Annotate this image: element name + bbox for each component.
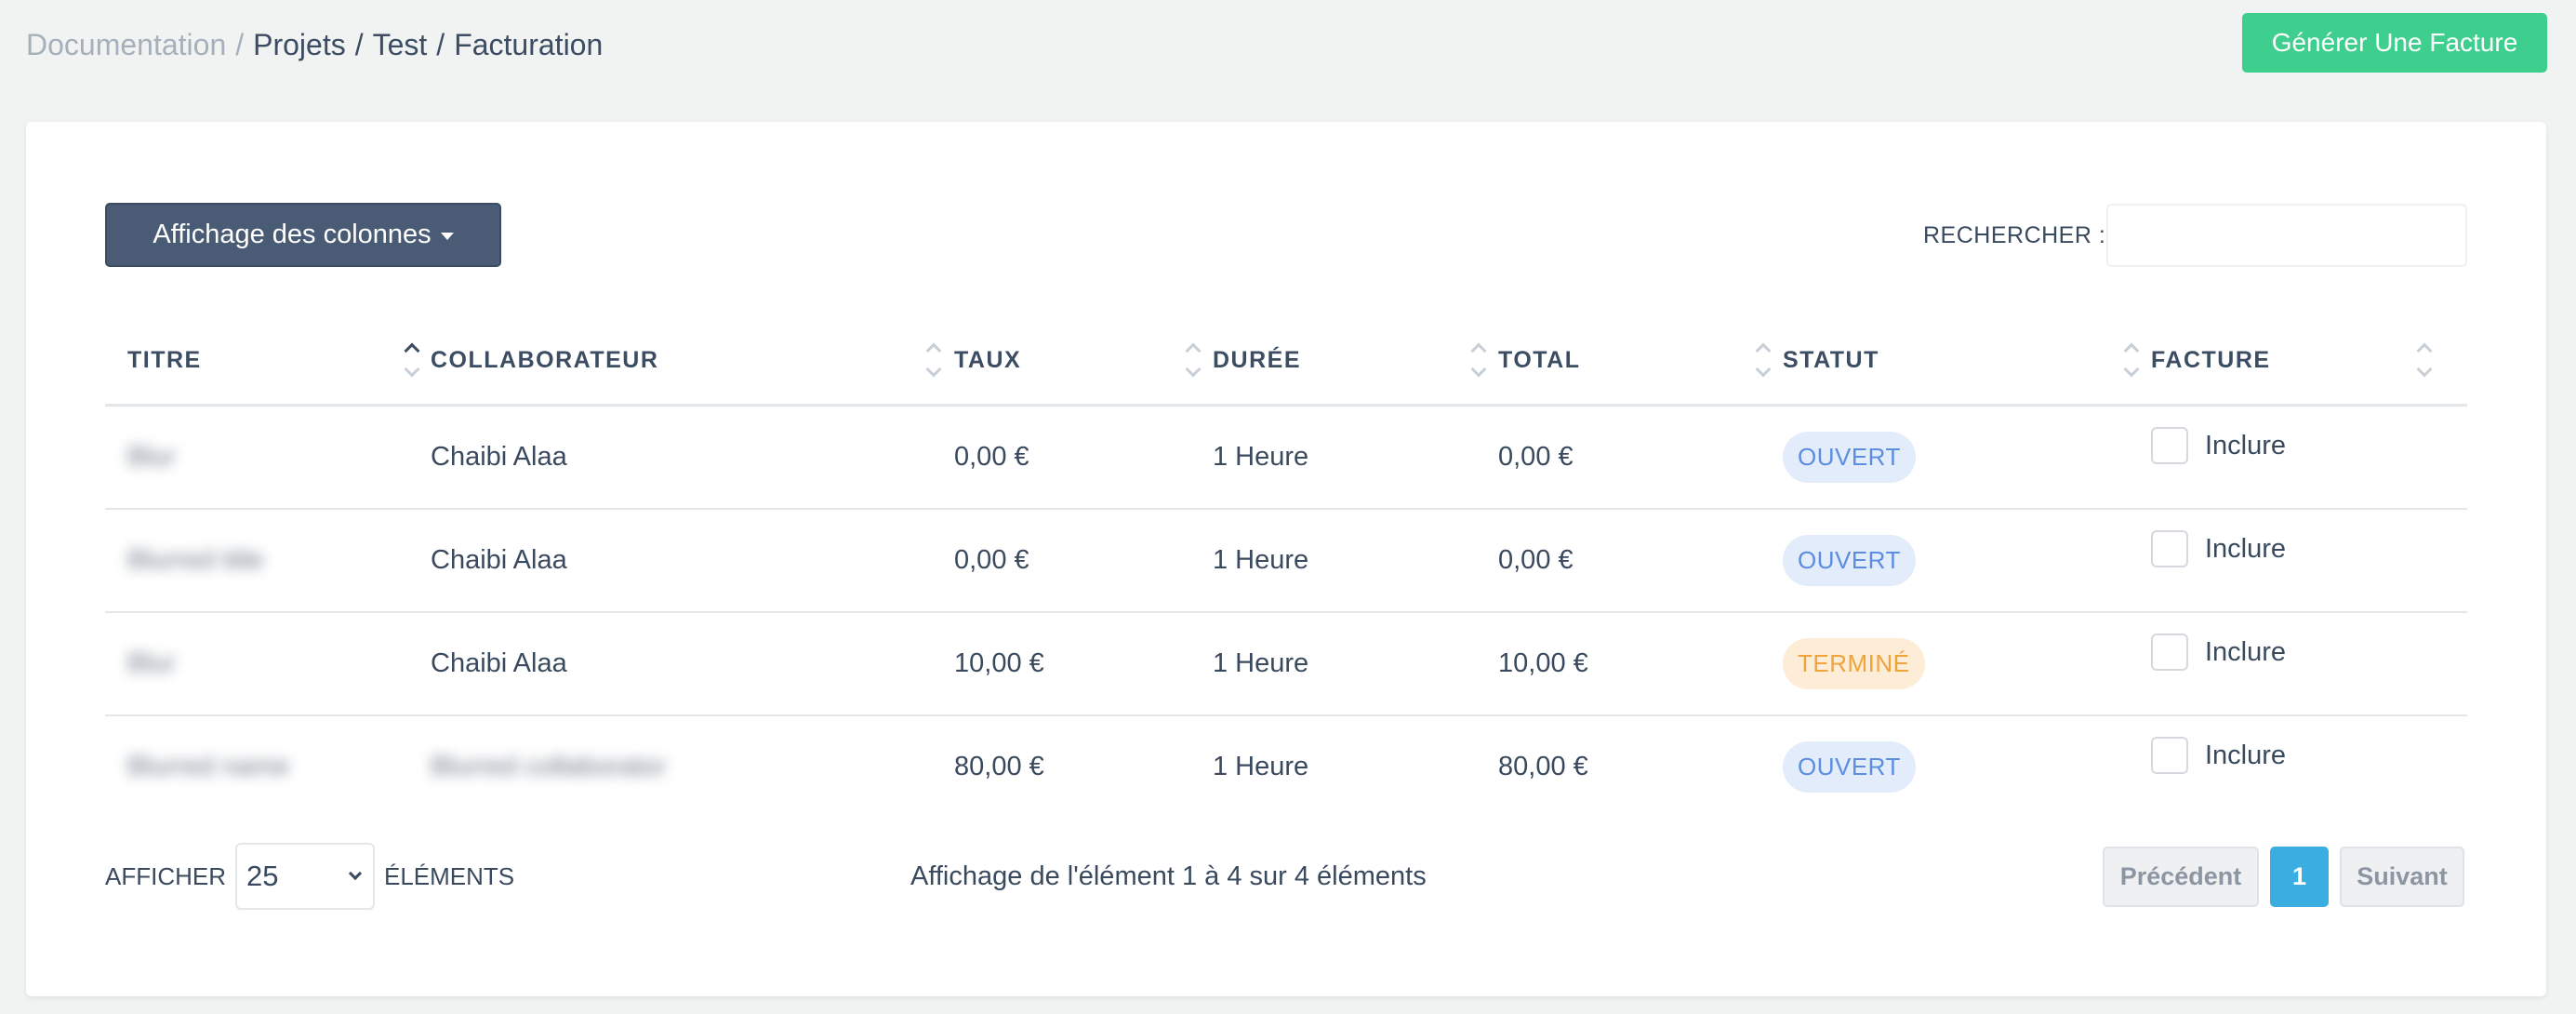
status-badge: OUVERT: [1783, 741, 1916, 793]
search-label: RECHERCHER :: [1923, 222, 2106, 248]
breadcrumb-separator: /: [235, 28, 245, 61]
cell-statut: OUVERT: [1783, 716, 1916, 818]
cell-collaborateur: Blurred collaborator: [431, 752, 667, 781]
sort-icon-total[interactable]: [1755, 340, 1774, 382]
include-label[interactable]: Inclure: [2205, 534, 2286, 565]
table-row: Blur Chaibi Alaa 0,00 € 1 Heure 0,00 € O…: [105, 407, 2467, 510]
sort-icon-facture[interactable]: [2416, 340, 2436, 382]
previous-page-button[interactable]: Précédent: [2103, 847, 2259, 907]
breadcrumb-root[interactable]: Documentation: [26, 28, 226, 61]
cell-duree: 1 Heure: [1213, 545, 1309, 575]
sort-icon-titre[interactable]: [404, 340, 423, 382]
include-control[interactable]: Inclure: [2151, 634, 2286, 671]
cell-total: 0,00 €: [1498, 545, 1573, 575]
column-header-collaborateur[interactable]: COLLABORATEUR: [431, 314, 658, 407]
page-size-value: 25: [246, 860, 279, 892]
table-row: Blur Chaibi Alaa 10,00 € 1 Heure 10,00 €…: [105, 613, 2467, 716]
breadcrumb-separator: /: [354, 28, 364, 61]
column-header-statut[interactable]: STATUT: [1783, 314, 1879, 407]
cell-collaborateur: Chaibi Alaa: [431, 442, 567, 472]
include-label[interactable]: Inclure: [2205, 431, 2286, 461]
cell-titre: Blur: [127, 648, 176, 678]
caret-down-icon: [440, 232, 454, 240]
include-checkbox[interactable]: [2151, 530, 2188, 567]
include-label[interactable]: Inclure: [2205, 637, 2286, 668]
column-header-titre[interactable]: TITRE: [127, 314, 202, 407]
cell-statut: OUVERT: [1783, 407, 1916, 508]
breadcrumb-item-facturation: Facturation: [454, 28, 604, 61]
breadcrumb: Documentation / Projets / Test / Facturation: [26, 26, 603, 63]
cell-titre: Blurred title: [127, 545, 264, 575]
chevron-down-icon: [348, 866, 363, 881]
breadcrumb-separator: /: [436, 28, 445, 61]
cell-duree: 1 Heure: [1213, 752, 1309, 781]
include-checkbox[interactable]: [2151, 427, 2188, 464]
page-1-button[interactable]: 1: [2270, 847, 2329, 907]
include-control[interactable]: Inclure: [2151, 427, 2286, 464]
column-header-taux[interactable]: TAUX: [954, 314, 1021, 407]
pagination: Précédent 1 Suivant: [2103, 847, 2464, 907]
billing-card: Affichage des colonnes RECHERCHER : TITR…: [26, 122, 2546, 996]
breadcrumb-item-projets[interactable]: Projets: [253, 28, 346, 61]
breadcrumb-item-test[interactable]: Test: [373, 28, 428, 61]
elements-label: ÉLÉMENTS: [384, 861, 515, 890]
cell-titre: Blur: [127, 442, 176, 472]
include-checkbox[interactable]: [2151, 634, 2188, 671]
cell-duree: 1 Heure: [1213, 648, 1309, 678]
show-label: AFFICHER: [105, 861, 226, 890]
cell-total: 80,00 €: [1498, 752, 1588, 781]
column-visibility-label: Affichage des colonnes: [153, 220, 432, 249]
sort-icon-taux[interactable]: [1185, 340, 1204, 382]
cell-total: 0,00 €: [1498, 442, 1573, 472]
include-label[interactable]: Inclure: [2205, 740, 2286, 771]
column-header-duree[interactable]: DURÉE: [1213, 314, 1301, 407]
sort-icon-duree[interactable]: [1470, 340, 1490, 382]
column-header-facture[interactable]: FACTURE: [2151, 314, 2271, 407]
cell-taux: 80,00 €: [954, 752, 1044, 781]
status-badge: TERMINÉ: [1783, 638, 1925, 689]
page-size-control: AFFICHER 25 ÉLÉMENTS: [105, 843, 514, 910]
cell-titre: Blurred name: [127, 752, 290, 781]
cell-taux: 0,00 €: [954, 545, 1029, 575]
pagination-info: Affichage de l'élément 1 à 4 sur 4 éléme…: [910, 861, 1427, 891]
cell-taux: 10,00 €: [954, 648, 1044, 678]
cell-collaborateur: Chaibi Alaa: [431, 545, 567, 575]
page-size-select[interactable]: 25: [235, 843, 375, 910]
search-input[interactable]: [2106, 204, 2467, 267]
column-visibility-button[interactable]: Affichage des colonnes: [105, 203, 501, 267]
billing-table: TITRE COLLABORATEUR TAUX DURÉE TOTAL STA…: [105, 314, 2467, 820]
include-control[interactable]: Inclure: [2151, 737, 2286, 774]
top-bar: Documentation / Projets / Test / Facturation G…: [0, 0, 2576, 102]
cell-collaborateur: Chaibi Alaa: [431, 648, 567, 678]
table-header: TITRE COLLABORATEUR TAUX DURÉE TOTAL STA…: [105, 314, 2467, 407]
status-badge: OUVERT: [1783, 432, 1916, 483]
cell-statut: TERMINÉ: [1783, 613, 1925, 714]
sort-icon-statut[interactable]: [2123, 340, 2143, 382]
cell-taux: 0,00 €: [954, 442, 1029, 472]
include-control[interactable]: Inclure: [2151, 530, 2286, 567]
cell-statut: OUVERT: [1783, 510, 1916, 611]
column-header-total[interactable]: TOTAL: [1498, 314, 1581, 407]
next-page-button[interactable]: Suivant: [2340, 847, 2464, 907]
generate-invoice-button[interactable]: Générer Une Facture: [2242, 13, 2547, 73]
table-row: Blurred title Chaibi Alaa 0,00 € 1 Heure…: [105, 510, 2467, 613]
table-row: Blurred name Blurred collaborator 80,00 …: [105, 716, 2467, 820]
status-badge: OUVERT: [1783, 535, 1916, 586]
include-checkbox[interactable]: [2151, 737, 2188, 774]
cell-duree: 1 Heure: [1213, 442, 1309, 472]
cell-total: 10,00 €: [1498, 648, 1588, 678]
sort-icon-collaborateur[interactable]: [925, 340, 945, 382]
